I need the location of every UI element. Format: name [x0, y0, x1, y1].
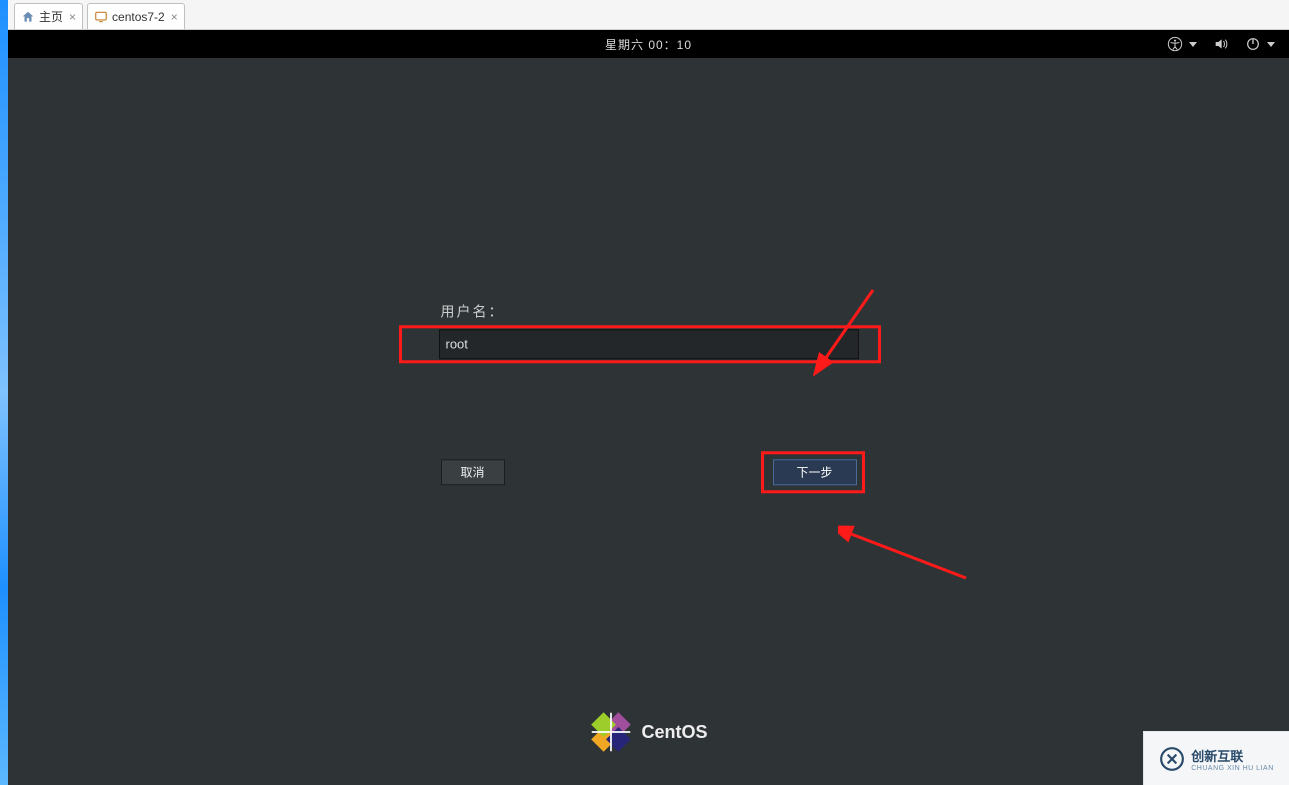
host-desktop-strip — [0, 0, 8, 785]
volume-control[interactable] — [1213, 36, 1229, 52]
clock[interactable]: 星期六 00：10 — [605, 36, 692, 53]
topbar-status-area — [1167, 30, 1275, 58]
watermark-logo-icon — [1159, 746, 1185, 772]
power-icon — [1245, 36, 1261, 52]
vmware-window: 主页 × centos7-2 × 星期六 00：10 — [8, 0, 1289, 785]
tab-bar: 主页 × centos7-2 × — [8, 0, 1289, 30]
power-menu[interactable] — [1245, 36, 1275, 52]
username-input[interactable] — [439, 329, 859, 359]
tab-vm[interactable]: centos7-2 × — [87, 3, 185, 29]
accessibility-icon — [1167, 36, 1183, 52]
distro-branding: CentOS — [589, 711, 707, 753]
username-label: 用户名： — [439, 301, 859, 321]
next-button[interactable]: 下一步 — [773, 459, 857, 485]
watermark-sub: CHUANG XIN HU LIAN — [1191, 765, 1274, 772]
tab-home[interactable]: 主页 × — [14, 3, 83, 29]
chevron-down-icon — [1189, 42, 1197, 47]
close-icon[interactable]: × — [171, 11, 178, 23]
cancel-button[interactable]: 取消 — [441, 459, 505, 485]
home-icon — [21, 10, 35, 24]
chevron-down-icon — [1267, 42, 1275, 47]
tab-label: centos7-2 — [112, 10, 165, 24]
annotation-arrow-next — [838, 510, 978, 590]
accessibility-menu[interactable] — [1167, 36, 1197, 52]
centos-logo-icon — [589, 711, 631, 753]
gnome-topbar: 星期六 00：10 — [8, 30, 1289, 58]
close-icon[interactable]: × — [69, 11, 76, 23]
login-button-row: 取消 下一步 — [439, 459, 859, 485]
watermark-text: 创新互联 — [1191, 746, 1274, 765]
distro-name: CentOS — [641, 722, 707, 743]
username-input-wrap — [439, 329, 859, 359]
guest-screen: 星期六 00：10 用户名： — [8, 30, 1289, 785]
gdm-login-box: 用户名： 取消 下一步 — [439, 301, 859, 485]
vm-icon — [94, 10, 108, 24]
tab-label: 主页 — [39, 8, 63, 25]
volume-icon — [1213, 36, 1229, 52]
publisher-watermark: 创新互联 CHUANG XIN HU LIAN — [1143, 731, 1289, 785]
